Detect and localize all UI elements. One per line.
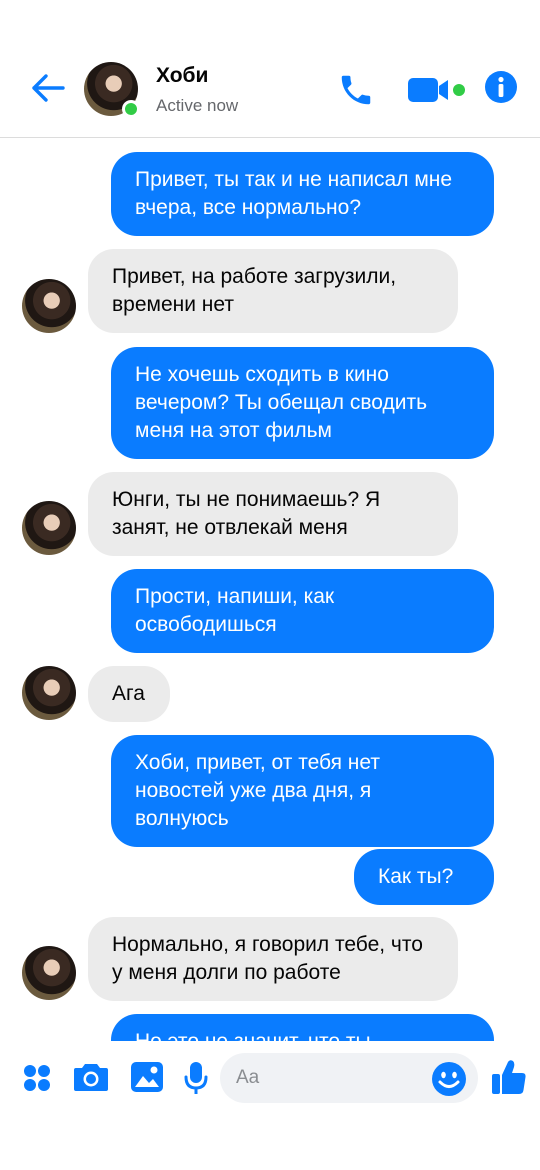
message-text: Хоби, привет, от тебя нет новостей уже д… (135, 751, 380, 830)
conversation-info-button[interactable] (484, 70, 518, 104)
incoming-message[interactable]: Юнги, ты не понимаешь? Я занят, не отвле… (88, 472, 458, 556)
outgoing-message[interactable]: Хоби, привет, от тебя нет новостей уже д… (111, 735, 494, 847)
more-actions-button[interactable] (20, 1061, 54, 1095)
like-button[interactable] (490, 1057, 528, 1097)
contact-avatar-small[interactable] (22, 666, 76, 720)
camera-button[interactable] (72, 1059, 110, 1095)
camera-icon (74, 1064, 108, 1091)
contact-name[interactable]: Хоби (156, 64, 208, 88)
audio-call-button[interactable] (336, 70, 376, 110)
gallery-icon (131, 1062, 163, 1092)
back-arrow-icon (32, 74, 65, 102)
message-text: Юнги, ты не понимаешь? Я занят, не отвле… (112, 488, 381, 539)
video-camera-icon (408, 78, 465, 102)
outgoing-message[interactable]: Но это не значит, что ты (111, 1014, 494, 1041)
online-indicator (122, 100, 140, 118)
microphone-icon (184, 1062, 208, 1094)
outgoing-message[interactable]: Не хочешь сходить в кино вечером? Ты обе… (111, 347, 494, 459)
message-composer (0, 1041, 540, 1111)
message-text: Привет, на работе загрузили, времени нет (112, 265, 397, 316)
message-list[interactable]: Привет, ты так и не написал мне вчера, в… (0, 139, 540, 1041)
message-text: Как ты? (378, 865, 454, 888)
incoming-message[interactable]: Ага (88, 666, 170, 722)
voice-message-button[interactable] (180, 1059, 212, 1097)
contact-avatar-small[interactable] (22, 946, 76, 1000)
thumbs-up-icon (492, 1060, 526, 1094)
apps-grid-icon (24, 1065, 50, 1091)
chat-header: Хоби Active now (0, 0, 540, 138)
message-text: Но это не значит, что ты (135, 1030, 371, 1041)
message-text: Не хочешь сходить в кино вечером? Ты обе… (135, 363, 428, 442)
message-text: Привет, ты так и не написал мне вчера, в… (135, 168, 453, 219)
message-text: Ага (112, 682, 145, 705)
contact-avatar-small[interactable] (22, 501, 76, 555)
outgoing-message[interactable]: Привет, ты так и не написал мне вчера, в… (111, 152, 494, 236)
message-text: Нормально, я говорил тебе, что у меня до… (112, 933, 423, 984)
video-call-button[interactable] (406, 72, 468, 108)
outgoing-message[interactable]: Как ты? (354, 849, 494, 905)
gallery-button[interactable] (128, 1059, 166, 1095)
incoming-message[interactable]: Нормально, я говорил тебе, что у меня до… (88, 917, 458, 1001)
message-text: Прости, напиши, как освободишься (135, 585, 335, 636)
back-button[interactable] (28, 68, 68, 108)
bottom-safe-area (0, 1111, 540, 1170)
message-input-wrapper (220, 1053, 478, 1103)
contact-avatar-small[interactable] (22, 279, 76, 333)
incoming-message[interactable]: Привет, на работе загрузили, времени нет (88, 249, 458, 333)
info-icon (485, 71, 517, 103)
contact-avatar[interactable] (84, 62, 140, 118)
outgoing-message[interactable]: Прости, напиши, как освободишься (111, 569, 494, 653)
emoji-icon (432, 1062, 466, 1096)
contact-status: Active now (156, 96, 239, 115)
message-input[interactable] (236, 1053, 426, 1103)
emoji-button[interactable] (430, 1060, 468, 1098)
phone-icon (341, 75, 371, 105)
